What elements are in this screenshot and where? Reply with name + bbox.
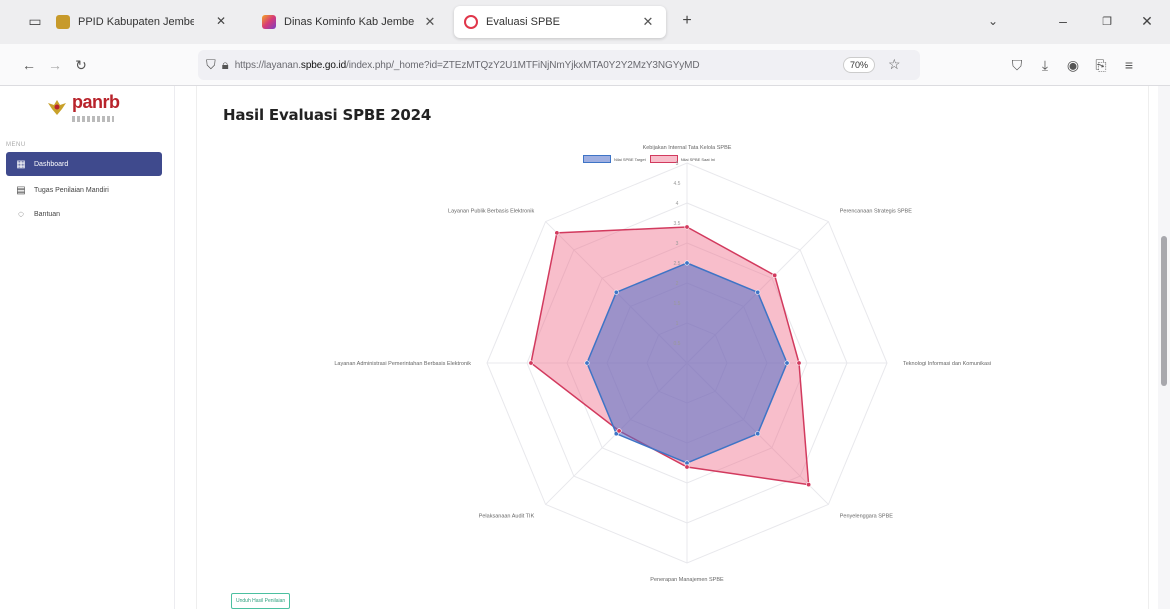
- url-host: spbe.go.id: [300, 59, 347, 71]
- back-icon[interactable]: ←: [18, 54, 40, 76]
- tab-title: Dinas Kominfo Kab Jember (@: [284, 16, 414, 28]
- sidebar-item-dashboard[interactable]: ▦ Dashboard: [6, 152, 162, 176]
- garuda-favicon-icon: [56, 15, 70, 29]
- spbe-favicon-icon: [464, 15, 478, 29]
- data-point: [755, 431, 761, 437]
- clipboard-icon: ▤: [16, 184, 26, 196]
- tick-label: 5: [676, 161, 679, 167]
- menu-icon[interactable]: ≡: [1118, 54, 1140, 76]
- data-point: [613, 289, 619, 295]
- sidebar-item-bantuan[interactable]: ◌ Bantuan: [6, 202, 162, 226]
- category-label: Pelaksanaan Audit TIK: [479, 514, 535, 520]
- category-label: Kebijakan Internal Tata Kelola SPBE: [643, 145, 732, 151]
- sidebar: panrb MENU ▦ Dashboard ▤ Tugas Penilaian…: [0, 86, 175, 609]
- new-tab-icon[interactable]: +: [676, 10, 698, 32]
- close-tab-icon[interactable]: ✕: [210, 10, 232, 32]
- browser-tab-bar: ▭ PPID Kabupaten Jember ✕ Dinas Kominfo …: [0, 0, 1170, 44]
- tick-label: 0.5: [674, 341, 681, 347]
- data-point: [528, 360, 534, 366]
- scrollbar-thumb[interactable]: [1161, 236, 1167, 386]
- panrb-logo[interactable]: panrb: [46, 90, 156, 130]
- data-point: [554, 230, 560, 236]
- chevron-down-icon[interactable]: ⌄: [980, 10, 1006, 32]
- forward-icon[interactable]: →: [44, 54, 66, 76]
- grid-icon: ▦: [16, 158, 26, 170]
- pocket-icon[interactable]: ⛉: [1006, 54, 1028, 76]
- tick-label: 2.5: [674, 261, 681, 267]
- data-point: [684, 464, 690, 470]
- account-icon[interactable]: ◉: [1062, 54, 1084, 76]
- extensions-icon[interactable]: ⎘: [1090, 54, 1112, 76]
- main-content: Hasil Evaluasi SPBE 2024 Nilai SPBE Targ…: [176, 86, 1158, 609]
- category-label: Layanan Publik Berbasis Elektronik: [448, 208, 534, 214]
- sidebar-item-tugas-penilaian[interactable]: ▤ Tugas Penilaian Mandiri: [6, 178, 162, 202]
- tick-label: 4: [676, 201, 679, 207]
- tick-label: 3.5: [674, 221, 681, 227]
- data-point: [684, 260, 690, 266]
- url-prefix: https://layanan.: [234, 59, 301, 71]
- data-point: [684, 224, 690, 230]
- help-icon: ◌: [18, 208, 24, 220]
- logo-subtitle: [72, 116, 114, 122]
- category-label: Penerapan Manajemen SPBE: [650, 577, 724, 583]
- tab-list-icon[interactable]: ▭: [24, 10, 46, 32]
- download-icon[interactable]: ⤓: [1034, 54, 1056, 76]
- category-label: Layanan Administrasi Pemerintahan Berbas…: [334, 361, 471, 367]
- tick-label: 1.5: [674, 301, 681, 307]
- shield-icon[interactable]: ⛉: [206, 57, 216, 73]
- logo-text: panrb: [72, 92, 120, 112]
- zoom-level[interactable]: 70%: [843, 57, 876, 73]
- tab-kominfo[interactable]: Dinas Kominfo Kab Jember (@ ✕: [252, 6, 448, 38]
- browser-nav-bar: ← → ↻ ⛉ 🔒︎ https://layanan.spbe.go.id/in…: [0, 44, 1170, 86]
- tick-label: 4.5: [674, 181, 681, 187]
- tab-ppid[interactable]: PPID Kabupaten Jember: [46, 6, 204, 38]
- garuda-logo-icon: [48, 100, 66, 115]
- tab-evaluasi-spbe[interactable]: Evaluasi SPBE ✕: [454, 6, 666, 38]
- data-point: [796, 360, 802, 366]
- data-point: [784, 360, 790, 366]
- evaluation-card: Hasil Evaluasi SPBE 2024 Nilai SPBE Targ…: [196, 86, 1149, 609]
- star-icon[interactable]: ☆: [888, 56, 901, 73]
- tick-label: 3: [676, 241, 679, 247]
- url-text[interactable]: https://layanan.spbe.go.id/index.php/_ho…: [235, 60, 793, 71]
- instagram-favicon-icon: [262, 15, 276, 29]
- tick-label: 1: [676, 321, 679, 327]
- menu-heading: MENU: [6, 142, 26, 148]
- data-point: [772, 272, 778, 278]
- data-point: [806, 482, 812, 488]
- sidebar-item-label: Dashboard: [34, 160, 69, 168]
- url-path: /index.php/_home?id=ZTEzMTQzY2U1MTFiNjNm…: [346, 59, 700, 71]
- radar-chart: 0.5 1 1.5 2 2.5 3 3.5 4 4.5 5 Kebijakan Internal T…: [334, 145, 991, 583]
- tab-title: PPID Kabupaten Jember: [78, 16, 194, 28]
- close-tab-icon[interactable]: ✕: [640, 14, 656, 30]
- reload-icon[interactable]: ↻: [70, 54, 92, 76]
- window-close-icon[interactable]: ✕: [1134, 10, 1160, 32]
- category-label: Penyelenggara SPBE: [840, 514, 894, 520]
- tab-title: Evaluasi SPBE: [486, 16, 560, 28]
- category-label: Teknologi Informasi dan Komunikasi: [903, 361, 991, 367]
- sidebar-item-label: Bantuan: [34, 210, 61, 218]
- data-point: [584, 360, 590, 366]
- page-scrollbar[interactable]: [1158, 86, 1170, 609]
- tick-label: 2: [676, 281, 679, 287]
- lock-icon[interactable]: 🔒︎: [222, 57, 229, 73]
- data-point: [616, 428, 622, 434]
- restore-icon[interactable]: ❐: [1094, 10, 1120, 32]
- data-point: [755, 289, 761, 295]
- sidebar-item-label: Tugas Penilaian Mandiri: [34, 186, 109, 194]
- minimize-icon[interactable]: –: [1050, 10, 1076, 32]
- category-label: Perencanaan Strategis SPBE: [840, 208, 912, 214]
- address-bar[interactable]: ⛉ 🔒︎ https://layanan.spbe.go.id/index.ph…: [198, 50, 920, 80]
- download-result-button[interactable]: Unduh Hasil Penilaian: [231, 593, 291, 609]
- close-tab-icon[interactable]: ✕: [422, 14, 438, 30]
